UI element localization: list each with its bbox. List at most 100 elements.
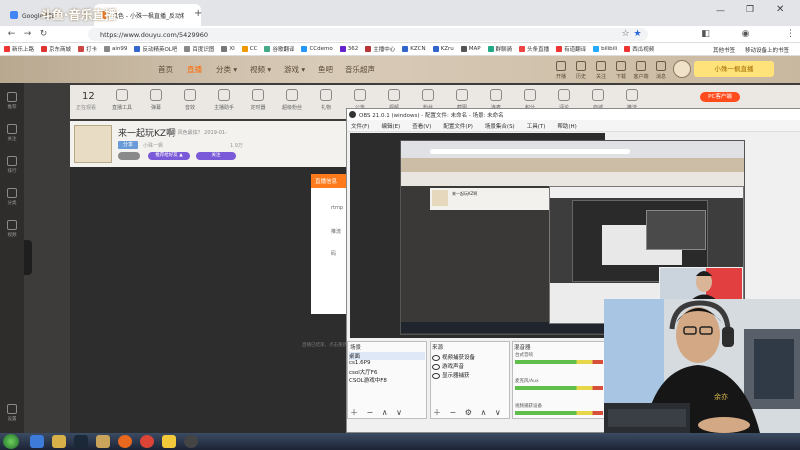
bookmark-item[interactable]: XI (221, 46, 235, 52)
user-badge[interactable]: 小殊一枫直播 (694, 61, 774, 77)
scene-item[interactable]: 桌面 (349, 352, 425, 360)
nav-music[interactable]: 音乐超声 (345, 64, 375, 75)
explorer-icon[interactable] (30, 435, 44, 448)
star-icon[interactable]: ☆ (620, 29, 631, 40)
viewer-count: 12 (82, 91, 95, 102)
start-button[interactable] (3, 434, 19, 449)
library-icon[interactable] (52, 435, 66, 448)
sidebar-item-category[interactable]: 分类 (2, 188, 22, 206)
bookmark-item[interactable]: KZCN (402, 46, 426, 52)
recommend-pill[interactable]: 推荐给好友 ▲ (148, 152, 190, 160)
menu-tools[interactable]: 工具(T) (527, 122, 546, 130)
bookmark-icon (301, 46, 308, 52)
other-bookmarks[interactable]: 其他书签 (713, 43, 735, 55)
nav-video[interactable]: 视频 ▾ (250, 64, 271, 75)
menu-edit[interactable]: 编辑(E) (381, 122, 400, 130)
source-item[interactable]: 视频捕获设备 (432, 353, 475, 361)
bookmark-item[interactable]: 打卡 (78, 45, 97, 53)
room-info-panel (70, 121, 350, 167)
bookmarks-bar: 新乐上路 京东商城 打卡 ain99 反动精英OL吧 百度识图 XI CC 谷歌… (0, 43, 800, 56)
scene-controls[interactable]: ＋ − ∧ ∨ (350, 407, 405, 418)
forward-icon[interactable]: → (22, 29, 33, 40)
back-icon[interactable]: ← (6, 29, 17, 40)
minimize-icon[interactable]: — (716, 6, 725, 16)
bookmark-item[interactable]: 群聊骑 (487, 45, 512, 53)
sidebar-item-video[interactable]: 视频 (2, 220, 22, 238)
url-input[interactable]: https://www.douyu.com/5429960 (88, 28, 648, 41)
account-icon[interactable]: ◉ (740, 29, 751, 40)
chrome-icon[interactable] (140, 435, 154, 448)
share-button[interactable]: 分享 (118, 141, 138, 149)
pc-client-button[interactable]: PC客户端 (700, 92, 740, 102)
bookmark-item[interactable]: 京东商城 (41, 45, 71, 53)
obs-icon (349, 111, 356, 118)
firefox-icon[interactable] (118, 435, 132, 448)
sidebar-collapse-handle[interactable] (24, 240, 32, 275)
counter-strike-icon[interactable] (96, 435, 110, 448)
bookmark-item[interactable]: 新乐上路 (4, 45, 34, 53)
nav-yuba[interactable]: 鱼吧 (318, 64, 333, 75)
menu-scene-collection[interactable]: 场景集合(S) (485, 122, 515, 130)
bookmark-star-icon[interactable]: ★ (632, 29, 643, 40)
nav-game[interactable]: 游戏 ▾ (284, 64, 305, 75)
video-player[interactable] (70, 167, 346, 433)
source-controls[interactable]: ＋ − ⚙ ∧ ∨ (433, 407, 504, 418)
new-tab-icon[interactable]: + (194, 8, 202, 19)
menu-icon[interactable]: ⋮ (785, 29, 796, 40)
bookmark-item[interactable]: 谷歌翻译 (264, 45, 294, 53)
site-logo[interactable]: 斗鱼·音乐直播 (40, 6, 117, 23)
bookmark-item[interactable]: 西瓜视频 (624, 45, 654, 53)
mixer-meter (515, 386, 603, 390)
source-item[interactable]: 游戏声音 (432, 362, 464, 370)
header-client-icon[interactable]: 客户端 (630, 61, 652, 80)
bookmark-item[interactable]: 主播中心 (365, 45, 395, 53)
bookmark-item[interactable]: bilibili (593, 46, 617, 52)
sidebar-item-rank[interactable]: 排行 (2, 156, 22, 174)
menu-view[interactable]: 查看(V) (412, 122, 431, 130)
extension-icon[interactable]: ◧ (700, 29, 711, 40)
header-follow-icon[interactable]: 关注 (590, 61, 612, 80)
sidebar-item-follow[interactable]: 关注 (2, 124, 22, 142)
nested-room-title: 来一起玩KZ啊 (452, 191, 478, 196)
menu-profile[interactable]: 配置文件(P) (443, 122, 473, 130)
scene-item[interactable]: CSOL游戏中F8 (349, 376, 387, 384)
bookmark-item[interactable]: 反动精英OL吧 (134, 45, 177, 53)
header-history-icon[interactable]: 历史 (570, 61, 592, 80)
follow-pill[interactable]: 关注 (196, 152, 236, 160)
bookmark-item[interactable]: 有道翻译 (556, 45, 586, 53)
sidebar-item-settings[interactable]: 设置 (2, 404, 22, 422)
app-icon[interactable] (162, 435, 176, 448)
bookmark-item[interactable]: 百度识图 (184, 45, 214, 53)
scene-item[interactable]: cs1.6P9 (349, 360, 370, 366)
bookmark-item[interactable]: 头条直播 (519, 45, 549, 53)
sidebar-item-recommend[interactable]: 推荐 (2, 92, 22, 110)
streamer-avatar[interactable] (74, 125, 112, 163)
bookmark-item[interactable]: MAP (460, 46, 481, 52)
menu-file[interactable]: 文件(F) (351, 122, 369, 130)
nav-home[interactable]: 首页 (158, 64, 173, 75)
header-download-icon[interactable]: 下载 (610, 61, 632, 80)
bookmark-item[interactable]: 362 (339, 46, 358, 52)
bookmark-item[interactable]: KZru (432, 46, 454, 52)
close-icon[interactable]: ✕ (776, 4, 784, 15)
header-live-icon[interactable]: 开播 (550, 61, 572, 80)
eye-icon[interactable] (432, 372, 440, 379)
maximize-icon[interactable]: ❐ (746, 5, 754, 15)
nav-live[interactable]: 直播 (187, 64, 202, 75)
obs-taskbar-icon[interactable] (184, 435, 198, 448)
heart-icon (7, 124, 17, 134)
nav-category[interactable]: 分类 ▾ (216, 64, 237, 75)
scene-item[interactable]: csol大厅F6 (349, 368, 377, 376)
mobile-bookmarks[interactable]: 移动设备上的书签 (745, 43, 789, 55)
bookmark-item[interactable]: CCdemo (301, 46, 333, 52)
menu-help[interactable]: 帮助(H) (557, 122, 576, 130)
reload-icon[interactable]: ↻ (38, 29, 49, 40)
header-message-icon[interactable]: 消息 (650, 61, 672, 80)
bookmark-item[interactable]: CC (241, 46, 257, 52)
user-avatar[interactable] (673, 60, 691, 78)
bookmark-item[interactable]: ain99 (104, 46, 127, 52)
steam-icon[interactable] (74, 435, 88, 448)
source-item[interactable]: 显示器捕获 (432, 371, 470, 379)
eye-icon[interactable] (432, 354, 440, 361)
eye-icon[interactable] (432, 363, 440, 370)
